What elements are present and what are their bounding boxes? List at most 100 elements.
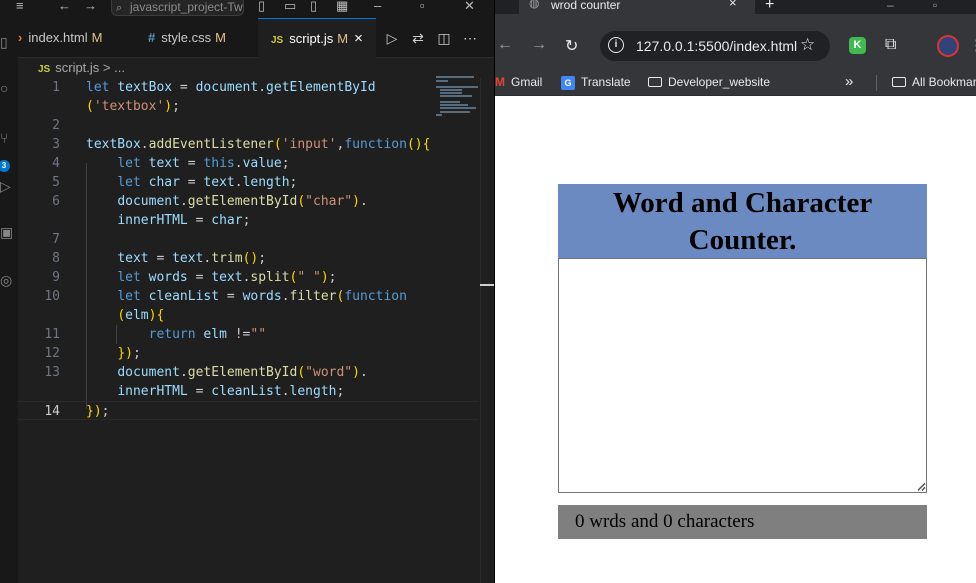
- code-text: return elm !="": [148, 327, 267, 342]
- back-arrow-icon[interactable]: ←: [58, 0, 71, 14]
- address-bar[interactable]: i 127.0.0.1:5500/index.html ☆: [600, 31, 830, 61]
- browser-toolbar: ← → ↻ i 127.0.0.1:5500/index.html ☆ K ⧉ …: [495, 14, 976, 70]
- tab-script-js[interactable]: JS script.js M ×: [258, 18, 376, 58]
- extensions-puzzle-icon[interactable]: ⧉: [885, 36, 896, 54]
- code-line[interactable]: 8 text = text.trim();: [18, 249, 478, 268]
- tab-label: index.html: [28, 30, 88, 45]
- tab-style-css[interactable]: # style.css M: [148, 18, 252, 58]
- code-line[interactable]: innerHTML = cleanList.length;: [18, 382, 478, 401]
- code-text: text = text.trim();: [117, 251, 267, 266]
- reload-icon[interactable]: ↻: [565, 36, 578, 56]
- minimize-icon[interactable]: –: [887, 0, 894, 12]
- html-file-icon: ›: [18, 30, 23, 45]
- code-line[interactable]: (elm){: [18, 306, 478, 325]
- more-bookmarks-icon[interactable]: »: [845, 73, 853, 90]
- editor-scrollbar[interactable]: [480, 78, 494, 583]
- code-line[interactable]: 2: [18, 116, 478, 135]
- line-number: 13: [44, 365, 60, 380]
- folder-icon: [648, 77, 662, 87]
- forward-arrow-icon[interactable]: →: [84, 0, 97, 14]
- code-line[interactable]: 14});: [18, 401, 478, 420]
- menu-icon[interactable]: ≡: [16, 0, 24, 14]
- code-line[interactable]: 7: [18, 230, 478, 249]
- source-control-icon[interactable]: ⑂: [0, 130, 14, 146]
- minimize-icon[interactable]: –: [374, 0, 381, 14]
- code-line[interactable]: 13 document.getElementById("word").: [18, 363, 478, 382]
- gmail-icon: M: [495, 75, 505, 89]
- run-debug-icon[interactable]: ▷: [0, 178, 14, 194]
- bookmarks-separator: [876, 75, 877, 91]
- url-text[interactable]: 127.0.0.1:5500/index.html: [636, 38, 797, 54]
- search-view-icon[interactable]: ○: [0, 80, 14, 96]
- bookmark-star-icon[interactable]: ☆: [800, 35, 815, 55]
- code-line[interactable]: 10 let cleanList = words.filter(function: [18, 287, 478, 306]
- more-actions-icon[interactable]: ⋯: [462, 30, 478, 46]
- word-count: 0: [575, 511, 585, 532]
- code-line[interactable]: 4 let text = this.value;: [18, 154, 478, 173]
- command-center-search[interactable]: ⌕ javascript_project-Two: [111, 0, 244, 16]
- page-title: Word and Character Counter.: [558, 184, 927, 258]
- profile-avatar[interactable]: [937, 35, 959, 57]
- run-icon[interactable]: ▷: [384, 30, 400, 46]
- tab-index-html[interactable]: › index.html M: [18, 18, 130, 58]
- maximize-icon[interactable]: ▫: [933, 0, 937, 12]
- vscode-title-bar: ≡ ← → ⌕ javascript_project-Two ▯ ▭ ▯ ▦ –…: [0, 0, 494, 18]
- code-line[interactable]: 6 document.getElementById("char").: [18, 192, 478, 211]
- customize-layout-icon[interactable]: ▦: [336, 0, 348, 14]
- code-text: document.getElementById("word").: [117, 365, 368, 380]
- tab-close-icon[interactable]: ×: [354, 30, 363, 47]
- modified-indicator: M: [215, 30, 226, 45]
- bookmark-label: Developer_website: [668, 75, 771, 89]
- scrollbar-thumb[interactable]: [480, 284, 494, 286]
- code-line[interactable]: innerHTML = char;: [18, 211, 478, 230]
- breadcrumb-file[interactable]: script.js: [55, 60, 99, 75]
- code-line[interactable]: 3 textBox.addEventListener('input',functi…: [18, 135, 478, 154]
- resize-grip-icon[interactable]: [917, 482, 926, 491]
- code-text: (elm){: [117, 308, 165, 323]
- code-text: });: [117, 346, 141, 361]
- line-number: 5: [52, 175, 60, 190]
- browser-menu-icon[interactable]: ⋮: [969, 36, 976, 54]
- extensions-icon[interactable]: ▣: [0, 224, 14, 240]
- site-info-icon[interactable]: i: [608, 37, 624, 53]
- bookmark-label: Translate: [581, 75, 631, 89]
- code-line[interactable]: 1 let textBox = document.getElementById: [18, 78, 478, 97]
- bookmark-gmail[interactable]: M Gmail: [495, 75, 542, 89]
- breadcrumb-symbol[interactable]: ...: [114, 60, 125, 75]
- line-number: 12: [44, 346, 60, 361]
- browser-tab-word-counter[interactable]: ◍ wrod counter ×: [519, 0, 755, 14]
- remote-explorer-icon[interactable]: ◎: [0, 272, 14, 288]
- css-file-icon: #: [148, 30, 156, 45]
- compare-changes-icon[interactable]: ⇄: [410, 30, 426, 46]
- tab-close-icon[interactable]: ×: [729, 0, 737, 9]
- code-line[interactable]: ('textbox');: [18, 97, 478, 116]
- explorer-icon[interactable]: ▯: [0, 34, 14, 50]
- minimap[interactable]: [434, 76, 480, 116]
- bookmark-label: Gmail: [511, 75, 543, 89]
- code-line[interactable]: 12 });: [18, 344, 478, 363]
- forward-arrow-icon[interactable]: →: [531, 36, 547, 54]
- back-arrow-icon[interactable]: ←: [497, 36, 513, 54]
- split-editor-icon[interactable]: ◫: [436, 30, 452, 46]
- bookmark-developer-website[interactable]: Developer_website: [648, 75, 770, 89]
- line-number: 1: [52, 80, 60, 95]
- text-input-area[interactable]: [558, 258, 927, 493]
- toggle-panel-icon[interactable]: ▭: [284, 0, 296, 14]
- new-tab-icon[interactable]: +: [765, 0, 774, 14]
- modified-indicator: M: [337, 31, 349, 46]
- code-line[interactable]: 11 return elm !="": [18, 325, 478, 344]
- code-line[interactable]: 9 let words = text.split(" ");: [18, 268, 478, 287]
- toggle-sidebar-icon[interactable]: ▯: [258, 0, 265, 14]
- screen: ≡ ← → ⌕ javascript_project-Two ▯ ▭ ▯ ▦ –…: [0, 0, 976, 583]
- extension-k-icon[interactable]: K: [849, 37, 866, 54]
- code-editor[interactable]: 1 let textBox = document.getElementById ('…: [18, 78, 494, 583]
- window-close-icon[interactable]: ✕: [464, 0, 475, 14]
- code-text: let text = this.value;: [117, 156, 290, 171]
- maximize-icon[interactable]: ▫: [420, 0, 425, 14]
- toggle-secondary-sidebar-icon[interactable]: ▯: [310, 0, 317, 14]
- code-text: textBox.addEventListener('input',functio…: [86, 137, 431, 152]
- code-text: innerHTML = cleanList.length;: [117, 384, 345, 399]
- bookmark-translate[interactable]: G Translate: [561, 75, 631, 90]
- code-line[interactable]: 5 let char = text.length;: [18, 173, 478, 192]
- all-bookmarks[interactable]: All Bookmarks: [892, 75, 976, 89]
